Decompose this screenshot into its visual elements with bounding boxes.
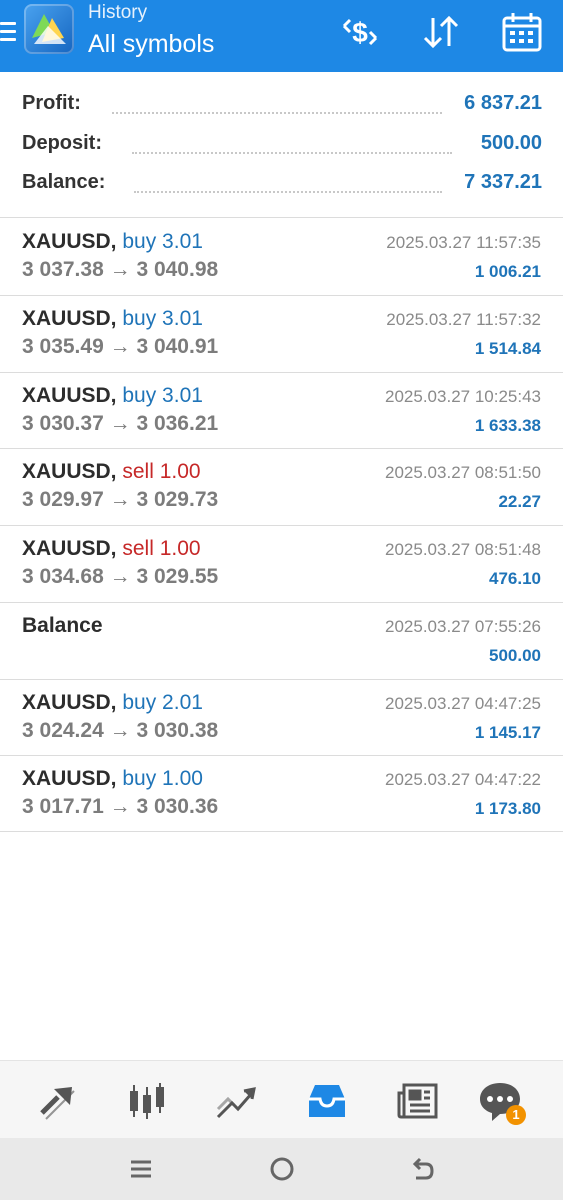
arrow-icon: → bbox=[109, 335, 131, 358]
dotted-leader bbox=[134, 189, 442, 193]
deal-profit: 22.27 bbox=[498, 492, 541, 511]
deal-profit: 1 633.38 bbox=[474, 416, 541, 435]
deal-direction: buy 3.01 bbox=[122, 384, 203, 407]
deal-close-price: 3 029.73 bbox=[136, 488, 219, 511]
deal-open-price: 3 034.68 bbox=[22, 565, 104, 588]
dotted-leader bbox=[132, 150, 452, 154]
deal-row[interactable]: XAUUSD, buy 2.01 3 024.24 → 3 030.38 202… bbox=[0, 680, 563, 756]
deal-row[interactable]: XAUUSD, sell 1.00 3 029.97 → 3 029.73 20… bbox=[0, 449, 563, 525]
divider bbox=[0, 217, 563, 218]
deal-symbol: XAUUSD, bbox=[22, 230, 117, 253]
deal-profit: 1 514.84 bbox=[474, 339, 541, 358]
deal-time: 2025.03.27 08:51:48 bbox=[385, 540, 541, 559]
deal-symbol: Balance bbox=[22, 614, 103, 637]
deal-time: 2025.03.27 04:47:22 bbox=[385, 770, 541, 789]
deal-symbol: XAUUSD, bbox=[22, 384, 117, 407]
bottom-navigation: 1 bbox=[0, 1060, 563, 1139]
deal-direction: buy 3.01 bbox=[122, 307, 203, 330]
deal-profit: 500.00 bbox=[489, 646, 541, 665]
deal-symbol: XAUUSD, bbox=[22, 767, 117, 790]
deal-profit: 1 173.80 bbox=[474, 799, 541, 818]
arrow-icon: → bbox=[109, 412, 131, 435]
balance-value: 7 337.21 bbox=[458, 171, 542, 194]
deal-close-price: 3 030.38 bbox=[136, 719, 219, 742]
deal-direction: buy 2.01 bbox=[122, 691, 203, 714]
deal-open-price: 3 024.24 bbox=[22, 719, 104, 742]
balance-operation-row[interactable]: Balance 2025.03.27 07:55:26 500.00 bbox=[0, 603, 563, 679]
deal-open-price: 3 029.97 bbox=[22, 488, 104, 511]
profit-value: 6 837.21 bbox=[458, 92, 542, 115]
deal-symbol: XAUUSD, bbox=[22, 460, 117, 483]
arrow-icon: → bbox=[109, 488, 131, 511]
deal-row[interactable]: XAUUSD, buy 3.01 3 030.37 → 3 036.21 202… bbox=[0, 373, 563, 449]
deal-row[interactable]: XAUUSD, sell 1.00 3 034.68 → 3 029.55 20… bbox=[0, 526, 563, 602]
deal-profit: 476.10 bbox=[489, 569, 541, 588]
balance-row: Balance: 7 337.21 bbox=[22, 171, 542, 201]
calendar-icon[interactable] bbox=[500, 10, 544, 54]
deal-symbol: XAUUSD, bbox=[22, 537, 117, 560]
arrow-icon: → bbox=[109, 258, 131, 281]
deal-open-price: 3 037.38 bbox=[22, 258, 104, 281]
deal-open-price: 3 030.37 bbox=[22, 412, 104, 435]
balance-label: Balance: bbox=[22, 171, 112, 194]
header-subtitle: History bbox=[88, 2, 148, 23]
chat-icon[interactable]: 1 bbox=[478, 1079, 526, 1125]
deal-time: 2025.03.27 04:47:25 bbox=[385, 694, 541, 713]
deal-close-price: 3 029.55 bbox=[136, 565, 219, 588]
deal-time: 2025.03.27 10:25:43 bbox=[385, 387, 541, 406]
profit-row: Profit: 6 837.21 bbox=[22, 92, 542, 122]
deposit-row: Deposit: 500.00 bbox=[22, 132, 542, 162]
recents-icon[interactable] bbox=[126, 1154, 156, 1184]
history-icon[interactable] bbox=[305, 1079, 349, 1123]
deal-direction: sell 1.00 bbox=[122, 460, 201, 483]
deal-close-price: 3 030.36 bbox=[136, 795, 219, 818]
divider bbox=[0, 831, 563, 832]
home-icon[interactable] bbox=[267, 1154, 297, 1184]
deal-time: 2025.03.27 11:57:32 bbox=[386, 310, 541, 329]
deal-close-price: 3 036.21 bbox=[136, 412, 219, 435]
deal-direction: buy 1.00 bbox=[122, 767, 203, 790]
deal-row[interactable]: XAUUSD, buy 3.01 3 037.38 → 3 040.98 202… bbox=[0, 219, 563, 295]
chart-icon[interactable] bbox=[125, 1079, 169, 1123]
deal-row[interactable]: XAUUSD, buy 1.00 3 017.71 → 3 030.36 202… bbox=[0, 756, 563, 832]
arrow-icon: → bbox=[109, 565, 131, 588]
deal-time: 2025.03.27 11:57:35 bbox=[386, 233, 541, 252]
deposit-value: 500.00 bbox=[474, 132, 542, 155]
svg-text:$: $ bbox=[352, 17, 368, 48]
deal-time: 2025.03.27 08:51:50 bbox=[385, 463, 541, 482]
sort-icon[interactable] bbox=[419, 10, 463, 54]
deposit-label: Deposit: bbox=[22, 132, 108, 155]
deposit-icon[interactable]: $ bbox=[338, 10, 382, 54]
system-navigation-bar bbox=[0, 1138, 563, 1200]
deal-time: 2025.03.27 07:55:26 bbox=[385, 617, 541, 636]
deal-symbol: XAUUSD, bbox=[22, 307, 117, 330]
arrow-icon: → bbox=[109, 719, 131, 742]
deal-symbol: XAUUSD, bbox=[22, 691, 117, 714]
arrow-icon: → bbox=[109, 795, 131, 818]
profit-label: Profit: bbox=[22, 92, 87, 115]
deal-close-price: 3 040.91 bbox=[136, 335, 219, 358]
dotted-leader bbox=[112, 110, 442, 114]
deal-close-price: 3 040.98 bbox=[136, 258, 219, 281]
app-logo bbox=[24, 4, 74, 54]
deal-direction: buy 3.01 bbox=[122, 230, 203, 253]
deal-open-price: 3 017.71 bbox=[22, 795, 104, 818]
app-header: History All symbols $ bbox=[0, 0, 563, 72]
news-icon[interactable] bbox=[396, 1079, 440, 1123]
menu-icon[interactable] bbox=[0, 22, 16, 44]
quotes-icon[interactable] bbox=[36, 1079, 80, 1123]
deal-profit: 1 006.21 bbox=[474, 262, 541, 281]
trade-icon[interactable] bbox=[214, 1079, 258, 1123]
back-icon[interactable] bbox=[408, 1154, 438, 1184]
deal-direction: sell 1.00 bbox=[122, 537, 201, 560]
deal-profit: 1 145.17 bbox=[474, 723, 541, 742]
notification-badge: 1 bbox=[506, 1105, 526, 1125]
deal-row[interactable]: XAUUSD, buy 3.01 3 035.49 → 3 040.91 202… bbox=[0, 296, 563, 372]
deal-open-price: 3 035.49 bbox=[22, 335, 104, 358]
header-title[interactable]: All symbols bbox=[88, 30, 214, 59]
